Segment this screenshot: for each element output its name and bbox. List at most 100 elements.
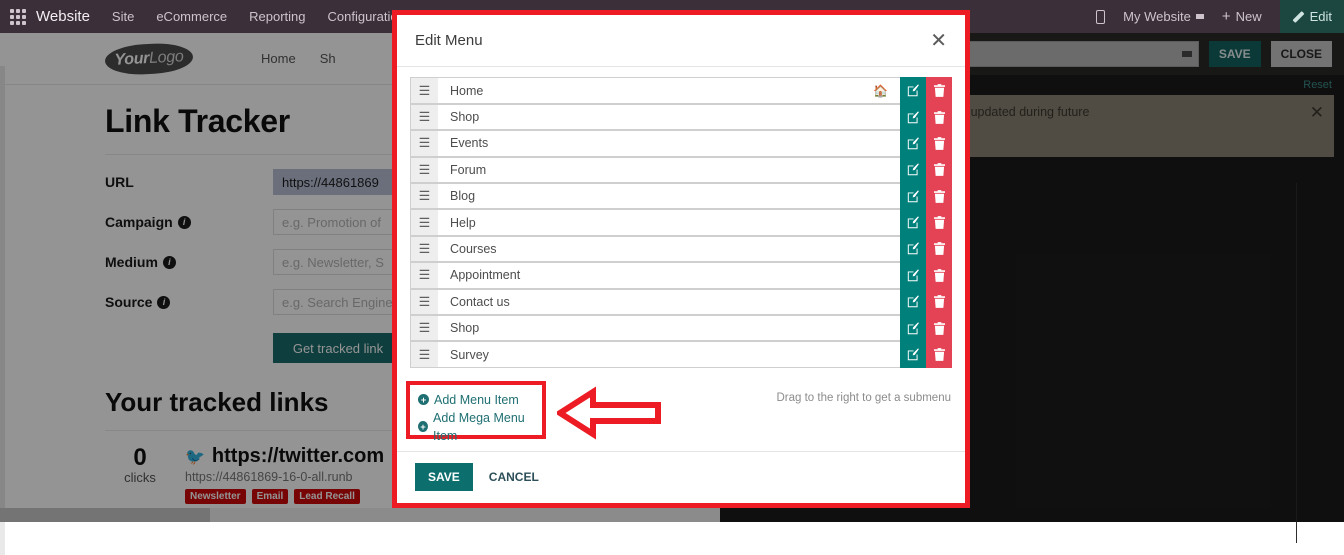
delete-menu-item-button[interactable] bbox=[926, 262, 952, 289]
edit-button-label: Edit bbox=[1309, 9, 1332, 24]
edit-menu-item-button[interactable] bbox=[900, 103, 926, 131]
edit-menu-item-button[interactable] bbox=[900, 77, 926, 104]
delete-menu-item-button[interactable] bbox=[926, 77, 952, 104]
application-root: Your Logo Home Sh Link Tracker URL https:… bbox=[0, 0, 1344, 555]
navbar-item-site[interactable]: Site bbox=[112, 9, 134, 24]
drag-handle-icon[interactable]: ☰ bbox=[410, 262, 438, 289]
menu-item-row[interactable]: ☰ Blog bbox=[410, 183, 952, 210]
apps-grid-icon[interactable] bbox=[10, 8, 26, 25]
add-menu-highlight: + Add Menu Item + Add Mega Menu Item bbox=[406, 380, 546, 443]
drag-handle-icon[interactable]: ☰ bbox=[410, 209, 438, 236]
menu-item-row[interactable]: ☰ Forum bbox=[410, 156, 952, 183]
edit-menu-item-button[interactable] bbox=[900, 156, 926, 183]
menu-item-name[interactable]: Survey bbox=[438, 341, 900, 368]
menu-item-label: Shop bbox=[450, 110, 480, 125]
menu-item-row[interactable]: ☰ Courses bbox=[410, 235, 952, 263]
menu-item-label: Forum bbox=[450, 162, 487, 177]
save-button[interactable]: SAVE bbox=[415, 463, 473, 492]
navbar-menu: Site eCommerce Reporting Configuration bbox=[112, 9, 405, 24]
drag-hint-text: Drag to the right to get a submenu bbox=[776, 391, 951, 404]
menu-item-row[interactable]: ☰ Contact us bbox=[410, 288, 952, 315]
edit-menu-item-button[interactable] bbox=[900, 314, 926, 342]
menu-item-name[interactable]: Home 🏠 bbox=[438, 77, 900, 104]
drag-handle-icon[interactable]: ☰ bbox=[410, 103, 438, 131]
edit-menu-item-button[interactable] bbox=[900, 288, 926, 315]
menu-item-name[interactable]: Blog bbox=[438, 183, 900, 210]
delete-menu-item-button[interactable] bbox=[926, 183, 952, 210]
cancel-button[interactable]: CANCEL bbox=[489, 470, 539, 484]
drag-handle-icon[interactable]: ☰ bbox=[410, 130, 438, 157]
add-menu-item-label: Add Menu Item bbox=[434, 392, 519, 407]
menu-item-row[interactable]: ☰ Home 🏠 bbox=[410, 77, 952, 104]
edit-menu-item-button[interactable] bbox=[900, 235, 926, 263]
add-mega-menu-item-label: Add Mega Menu Item bbox=[433, 410, 525, 443]
navbar-item-reporting[interactable]: Reporting bbox=[249, 9, 305, 24]
drag-handle-icon[interactable]: ☰ bbox=[410, 341, 438, 368]
delete-menu-item-button[interactable] bbox=[926, 130, 952, 157]
drag-handle-icon[interactable]: ☰ bbox=[410, 235, 438, 263]
menu-item-row[interactable]: ☰ Shop bbox=[410, 103, 952, 131]
new-button[interactable]: + New bbox=[1222, 9, 1262, 24]
drag-handle-icon[interactable]: ☰ bbox=[410, 288, 438, 315]
delete-menu-item-button[interactable] bbox=[926, 235, 952, 263]
pencil-icon bbox=[1292, 11, 1304, 23]
edit-menu-item-button[interactable] bbox=[900, 341, 926, 368]
close-icon[interactable]: ✕ bbox=[930, 31, 947, 51]
delete-menu-item-button[interactable] bbox=[926, 103, 952, 131]
delete-menu-item-button[interactable] bbox=[926, 209, 952, 236]
delete-menu-item-button[interactable] bbox=[926, 341, 952, 368]
menu-item-row[interactable]: ☰ Appointment bbox=[410, 262, 952, 289]
menu-item-label: Contact us bbox=[450, 294, 510, 309]
dialog-footer: SAVE CANCEL bbox=[397, 450, 965, 503]
website-selector[interactable]: My Website bbox=[1123, 9, 1204, 24]
new-button-label: New bbox=[1235, 9, 1262, 24]
menu-item-label: Appointment bbox=[450, 268, 521, 283]
website-selector-label: My Website bbox=[1123, 9, 1191, 24]
add-menu-item-link[interactable]: + Add Menu Item bbox=[418, 391, 542, 409]
menu-item-row[interactable]: ☰ Survey bbox=[410, 341, 952, 368]
plus-circle-icon: + bbox=[418, 421, 429, 433]
menu-item-name[interactable]: Shop bbox=[438, 314, 900, 342]
navbar-right: My Website + New Edit bbox=[1096, 0, 1344, 33]
navbar-item-ecommerce[interactable]: eCommerce bbox=[156, 9, 227, 24]
home-icon: 🏠 bbox=[873, 83, 888, 98]
app-brand[interactable]: Website bbox=[36, 8, 90, 25]
drag-handle-icon[interactable]: ☰ bbox=[410, 314, 438, 342]
menu-item-row[interactable]: ☰ Shop bbox=[410, 314, 952, 342]
add-mega-menu-item-link[interactable]: + Add Mega Menu Item bbox=[418, 409, 542, 445]
menu-item-name[interactable]: Shop bbox=[438, 103, 900, 131]
menu-items-list: ☰ Home 🏠 ☰ Shop ☰ Events ☰ Forum ☰ Blog … bbox=[397, 67, 965, 368]
edit-menu-dialog: Edit Menu ✕ ☰ Home 🏠 ☰ Shop ☰ Events ☰ F… bbox=[397, 15, 965, 503]
drag-handle-icon[interactable]: ☰ bbox=[410, 77, 438, 104]
add-menu-area: + Add Menu Item + Add Mega Menu Item Dra… bbox=[397, 376, 965, 451]
chevron-down-icon bbox=[1195, 14, 1204, 19]
menu-item-name[interactable]: Appointment bbox=[438, 262, 900, 289]
menu-item-label: Events bbox=[450, 136, 489, 151]
edit-menu-item-button[interactable] bbox=[900, 130, 926, 157]
plus-circle-icon: + bbox=[418, 394, 429, 406]
menu-item-label: Blog bbox=[450, 189, 476, 204]
mobile-preview-icon[interactable] bbox=[1096, 9, 1106, 24]
dialog-title: Edit Menu bbox=[415, 32, 483, 50]
edit-button[interactable]: Edit bbox=[1279, 0, 1344, 33]
menu-item-label: Shop bbox=[450, 321, 480, 336]
menu-item-row[interactable]: ☰ Help bbox=[410, 209, 952, 236]
menu-item-name[interactable]: Courses bbox=[438, 235, 900, 263]
drag-handle-icon[interactable]: ☰ bbox=[410, 156, 438, 183]
annotation-arrow-icon bbox=[557, 386, 661, 440]
edit-menu-item-button[interactable] bbox=[900, 262, 926, 289]
drag-handle-icon[interactable]: ☰ bbox=[410, 183, 438, 210]
menu-item-name[interactable]: Forum bbox=[438, 156, 900, 183]
menu-item-row[interactable]: ☰ Events bbox=[410, 130, 952, 157]
edit-menu-item-button[interactable] bbox=[900, 183, 926, 210]
menu-item-name[interactable]: Events bbox=[438, 130, 900, 157]
dialog-header: Edit Menu ✕ bbox=[397, 15, 965, 68]
delete-menu-item-button[interactable] bbox=[926, 156, 952, 183]
delete-menu-item-button[interactable] bbox=[926, 314, 952, 342]
delete-menu-item-button[interactable] bbox=[926, 288, 952, 315]
menu-item-label: Survey bbox=[450, 347, 489, 362]
menu-item-name[interactable]: Contact us bbox=[438, 288, 900, 315]
menu-item-label: Courses bbox=[450, 241, 497, 256]
edit-menu-item-button[interactable] bbox=[900, 209, 926, 236]
menu-item-name[interactable]: Help bbox=[438, 209, 900, 236]
